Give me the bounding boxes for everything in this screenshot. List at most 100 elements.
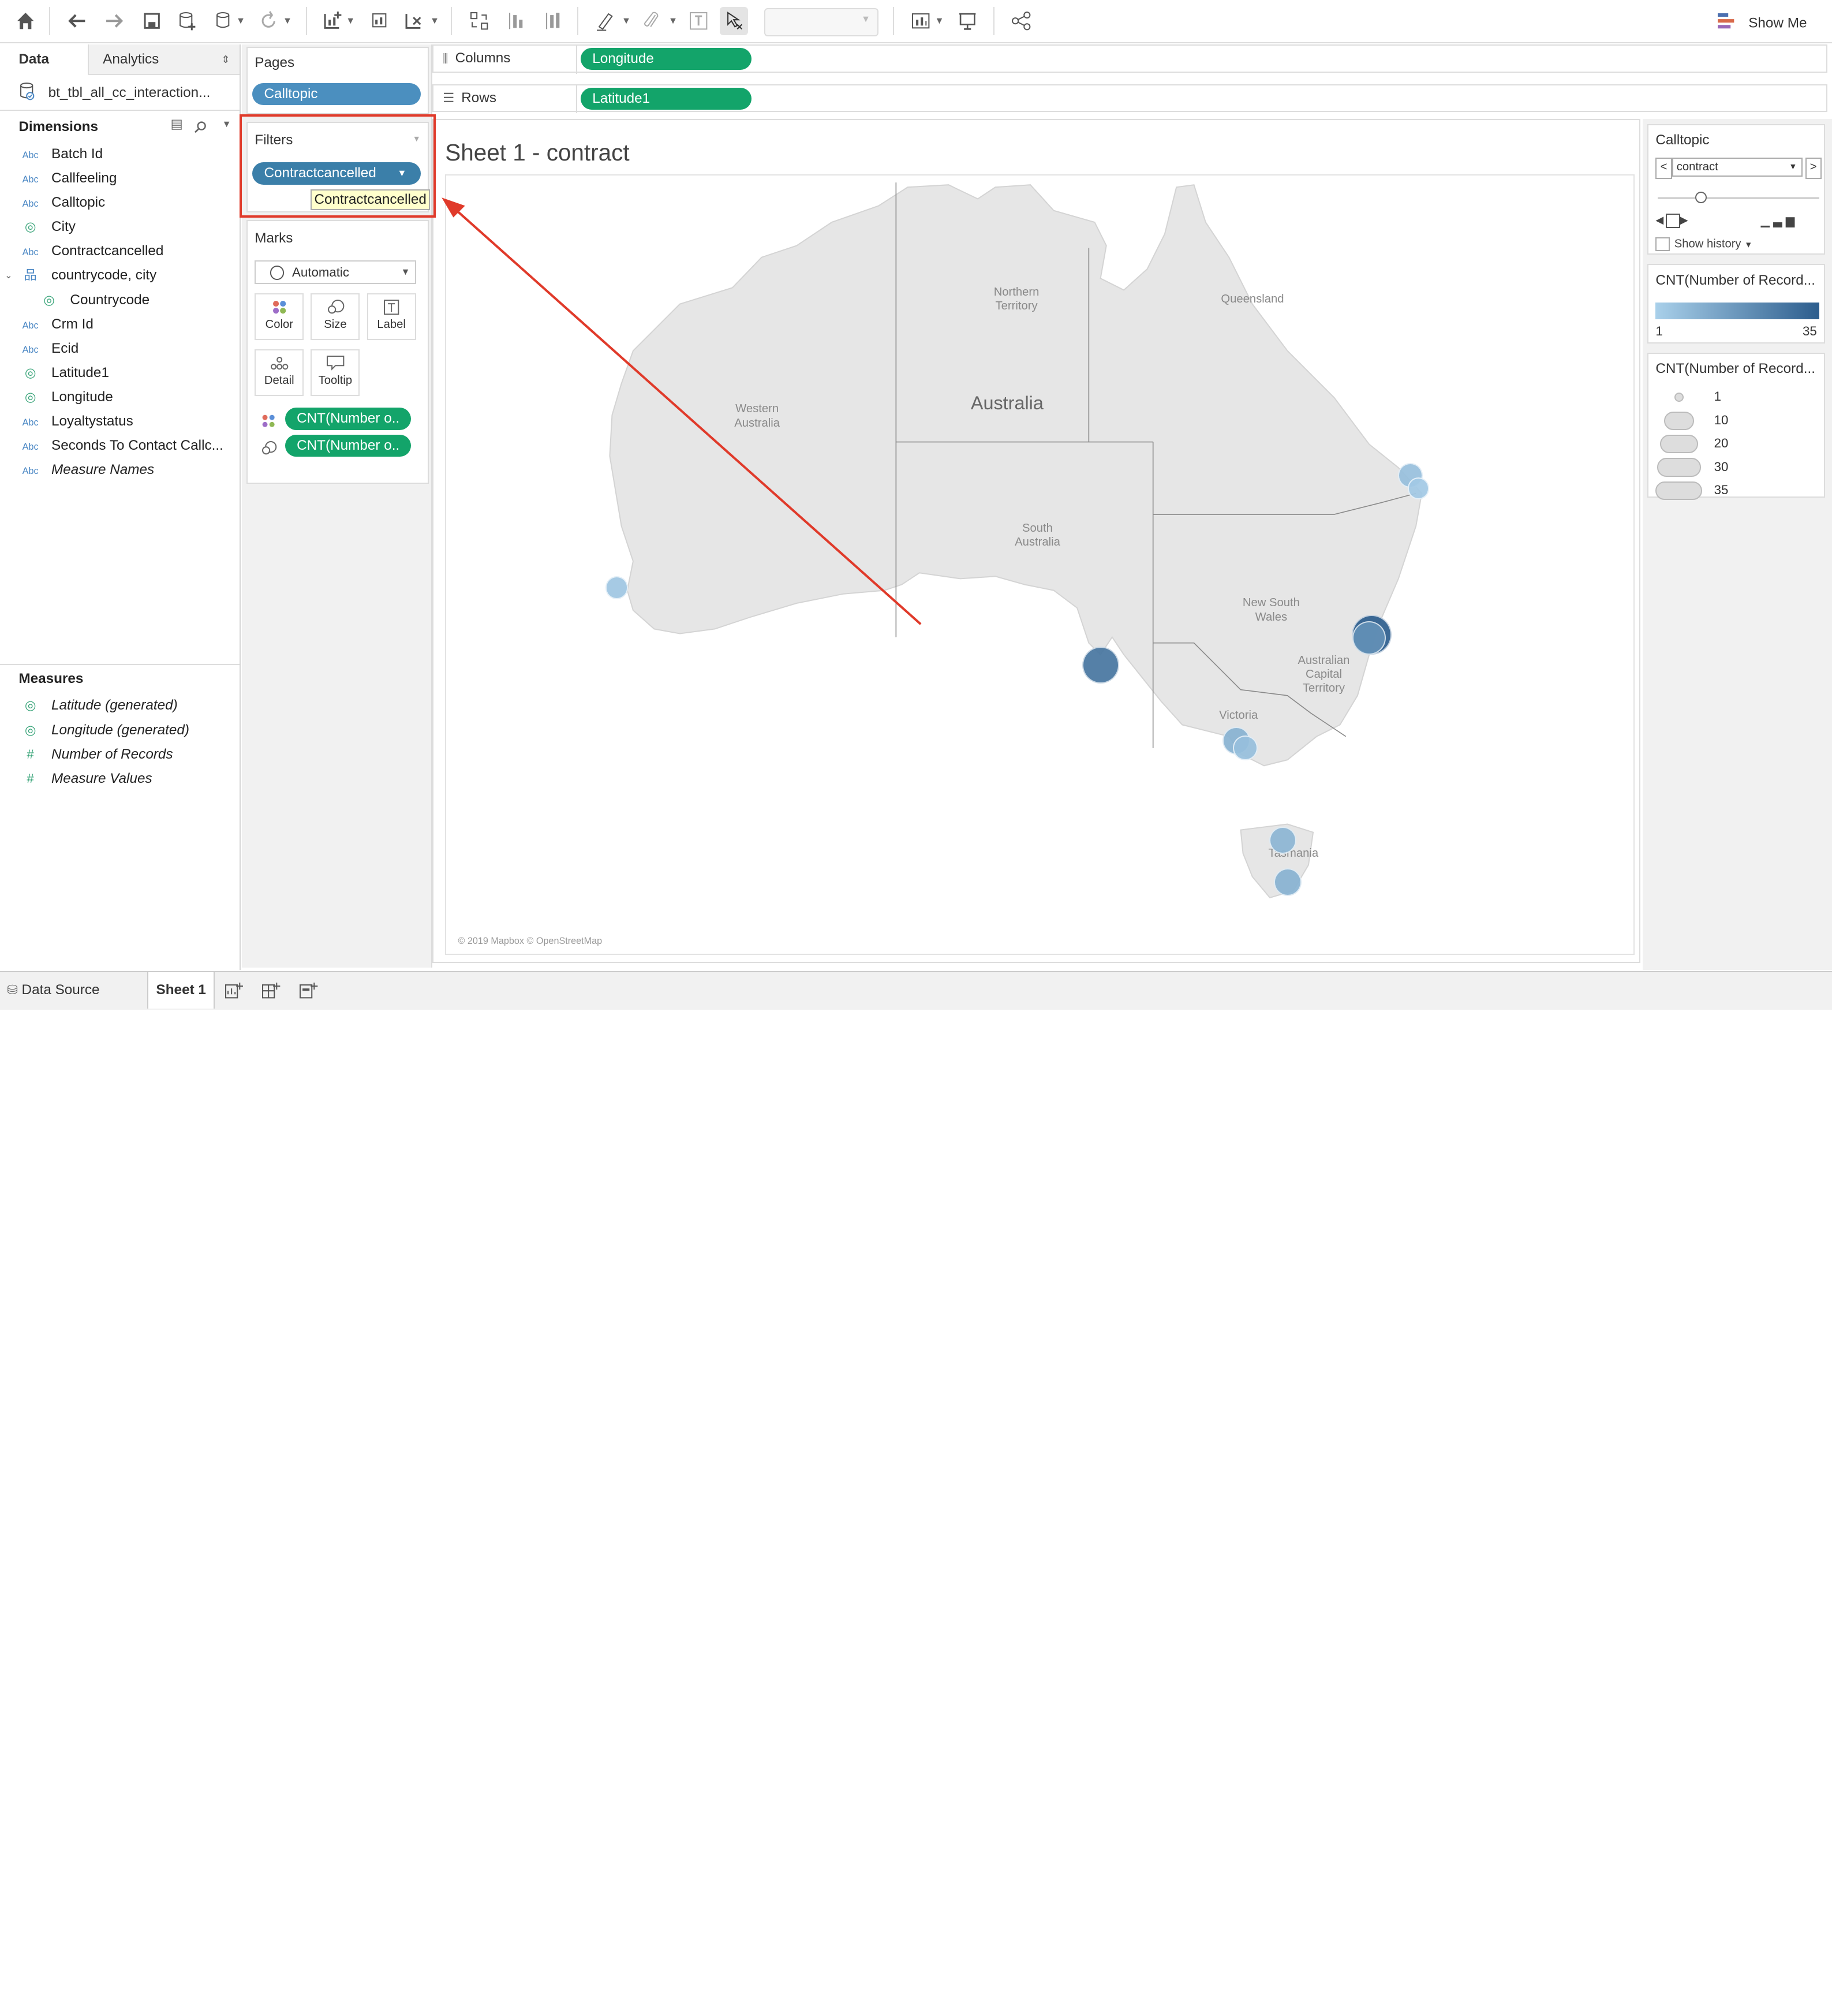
annotate-icon[interactable] bbox=[638, 7, 666, 35]
dropdown-icon[interactable]: ▼ bbox=[234, 7, 248, 35]
page-select[interactable]: contract ▼ bbox=[1672, 158, 1803, 177]
map-point[interactable] bbox=[605, 576, 629, 599]
new-story-tab-icon[interactable] bbox=[299, 972, 318, 1009]
search-icon[interactable] bbox=[194, 117, 207, 138]
field-label: City bbox=[51, 219, 76, 235]
undo-icon[interactable] bbox=[63, 7, 91, 35]
map-point[interactable] bbox=[1082, 646, 1119, 684]
share-icon[interactable] bbox=[1007, 7, 1035, 35]
dropdown-icon[interactable]: ▼ bbox=[932, 7, 946, 35]
new-worksheet-tab-icon[interactable] bbox=[225, 972, 244, 1009]
pill-dropdown-icon[interactable]: ▼ bbox=[397, 162, 406, 184]
size-legend-item[interactable]: 10 bbox=[1655, 410, 1819, 431]
pages-shelf[interactable]: Pages Calltopic bbox=[246, 46, 429, 115]
filters-menu-icon[interactable]: ▼ bbox=[413, 135, 421, 144]
size-legend-item[interactable]: 30 bbox=[1655, 457, 1819, 477]
sort-desc-icon[interactable] bbox=[540, 7, 568, 35]
duplicate-icon[interactable] bbox=[365, 7, 393, 35]
fit-icon[interactable] bbox=[907, 7, 935, 35]
size-button[interactable]: Size bbox=[311, 293, 360, 341]
globe-icon: ◎ bbox=[24, 365, 36, 380]
size-legend-item[interactable]: 1 bbox=[1655, 387, 1819, 408]
present-icon[interactable] bbox=[954, 7, 982, 35]
dimension-field[interactable]: Abc Batch Id bbox=[0, 143, 103, 166]
pages-pill-calltopic[interactable]: Calltopic bbox=[252, 83, 421, 106]
previous-page-button[interactable]: < bbox=[1655, 158, 1672, 179]
dimension-field[interactable]: Abc Calltopic bbox=[0, 191, 106, 214]
measure-field[interactable]: ◎ Longitude (generated) bbox=[0, 719, 189, 742]
clear-icon[interactable] bbox=[399, 7, 428, 35]
map-point[interactable] bbox=[1273, 868, 1302, 897]
color-button[interactable]: Color bbox=[255, 293, 304, 341]
new-worksheet-icon[interactable] bbox=[318, 7, 346, 35]
dimension-field[interactable]: Abc Callfeeling bbox=[0, 167, 117, 190]
highlight-icon[interactable] bbox=[591, 7, 619, 35]
page-slider-track[interactable] bbox=[1658, 197, 1819, 199]
tooltip-button[interactable]: Tooltip bbox=[311, 349, 360, 397]
new-dashboard-tab-icon[interactable] bbox=[261, 972, 281, 1009]
home-icon[interactable] bbox=[12, 7, 40, 35]
show-history-toggle[interactable]: Show history ▼ bbox=[1655, 237, 1752, 252]
dimensions-menu-icon[interactable]: ▼ bbox=[222, 119, 231, 130]
page-control-calltopic: Calltopic < contract ▼ > ◀ ▶ ▁▃▆ Show his… bbox=[1647, 124, 1825, 255]
tab-analytics[interactable]: Analytics ⇕ bbox=[88, 44, 240, 75]
columns-pill-longitude[interactable]: Longitude bbox=[581, 47, 752, 70]
dropdown-icon[interactable]: ▼ bbox=[343, 7, 357, 35]
dimension-field[interactable]: Abc Ecid bbox=[0, 337, 79, 360]
refresh-icon[interactable] bbox=[255, 7, 283, 35]
sort-asc-icon[interactable] bbox=[502, 7, 530, 35]
datasource-item[interactable]: bt_tbl_all_cc_interaction... bbox=[18, 82, 234, 104]
dropdown-icon[interactable]: ▼ bbox=[619, 7, 633, 35]
next-page-button[interactable]: > bbox=[1805, 158, 1822, 179]
new-datasource-icon[interactable] bbox=[173, 7, 201, 35]
data-source-tab[interactable]: ⛁ Data Source bbox=[7, 972, 99, 1009]
marks-pill-color[interactable]: CNT(Number o.. bbox=[285, 408, 412, 430]
size-swatch bbox=[1663, 411, 1695, 430]
measure-field[interactable]: ◎ Latitude (generated) bbox=[0, 694, 178, 717]
map-point[interactable] bbox=[1269, 826, 1297, 854]
mark-type-select[interactable]: Automatic ▼ bbox=[255, 260, 416, 284]
playback-controls[interactable]: ◀ ▶ bbox=[1655, 214, 1690, 228]
dimension-field[interactable]: ◎ Longitude bbox=[0, 386, 113, 409]
dimension-field[interactable]: Abc Seconds To Contact Callc... bbox=[0, 434, 223, 457]
map-point[interactable] bbox=[1407, 477, 1430, 499]
dimension-field[interactable]: ⌄ 品 countrycode, city bbox=[0, 264, 156, 287]
dimension-field[interactable]: Abc Crm Id bbox=[0, 313, 94, 336]
size-legend-item[interactable]: 20 bbox=[1655, 434, 1819, 454]
tab-data[interactable]: Data bbox=[0, 44, 89, 75]
collapse-icon[interactable]: ⌄ bbox=[5, 264, 13, 287]
tooltip-icon[interactable] bbox=[719, 7, 748, 35]
detail-button[interactable]: Detail bbox=[255, 349, 304, 397]
dimension-field[interactable]: ◎ City bbox=[0, 215, 76, 238]
save-icon[interactable] bbox=[138, 7, 166, 35]
map-point[interactable] bbox=[1233, 736, 1258, 760]
view-list-icon[interactable]: ▤ bbox=[171, 117, 183, 132]
marks-pill-size[interactable]: CNT(Number o.. bbox=[285, 435, 412, 457]
redo-icon[interactable] bbox=[100, 7, 129, 35]
size-legend-item[interactable]: 35 bbox=[1655, 480, 1819, 501]
checkbox[interactable] bbox=[1655, 237, 1670, 252]
dimension-field[interactable]: ◎ Latitude1 bbox=[0, 361, 109, 384]
label-button[interactable]: Label bbox=[367, 293, 416, 341]
swap-icon[interactable] bbox=[465, 7, 493, 35]
sheet-tab[interactable]: Sheet 1 bbox=[147, 972, 215, 1009]
dimension-field[interactable]: Abc Contractcancelled bbox=[0, 240, 164, 263]
fit-select[interactable]: ▼ bbox=[764, 8, 879, 36]
dropdown-icon[interactable]: ▼ bbox=[666, 7, 680, 35]
map[interactable]: Northern Territory Queensland Western Au… bbox=[445, 174, 1635, 955]
dropdown-icon[interactable]: ▼ bbox=[428, 7, 442, 35]
columns-shelf[interactable]: ⫼ Columns Longitude bbox=[432, 44, 1827, 74]
rows-shelf[interactable]: ☰ Rows Latitude1 bbox=[432, 84, 1827, 114]
page-slider-thumb[interactable] bbox=[1695, 191, 1707, 204]
speed-controls[interactable]: ▁▃▆ bbox=[1761, 214, 1799, 228]
dimension-field[interactable]: Abc Measure Names bbox=[0, 458, 155, 481]
rows-pill-latitude[interactable]: Latitude1 bbox=[581, 87, 752, 110]
measure-field[interactable]: # Measure Values bbox=[0, 767, 152, 790]
text-icon[interactable] bbox=[685, 7, 713, 35]
measure-field[interactable]: # Number of Records bbox=[0, 743, 173, 766]
dimension-field[interactable]: ◎ Countrycode bbox=[0, 289, 149, 312]
filter-pill-contractcancelled[interactable]: Contractcancelled ▼ bbox=[252, 162, 421, 185]
dropdown-icon[interactable]: ▼ bbox=[281, 7, 294, 35]
show-me-button[interactable]: Show Me bbox=[1717, 12, 1807, 34]
dimension-field[interactable]: Abc Loyaltystatus bbox=[0, 410, 133, 433]
